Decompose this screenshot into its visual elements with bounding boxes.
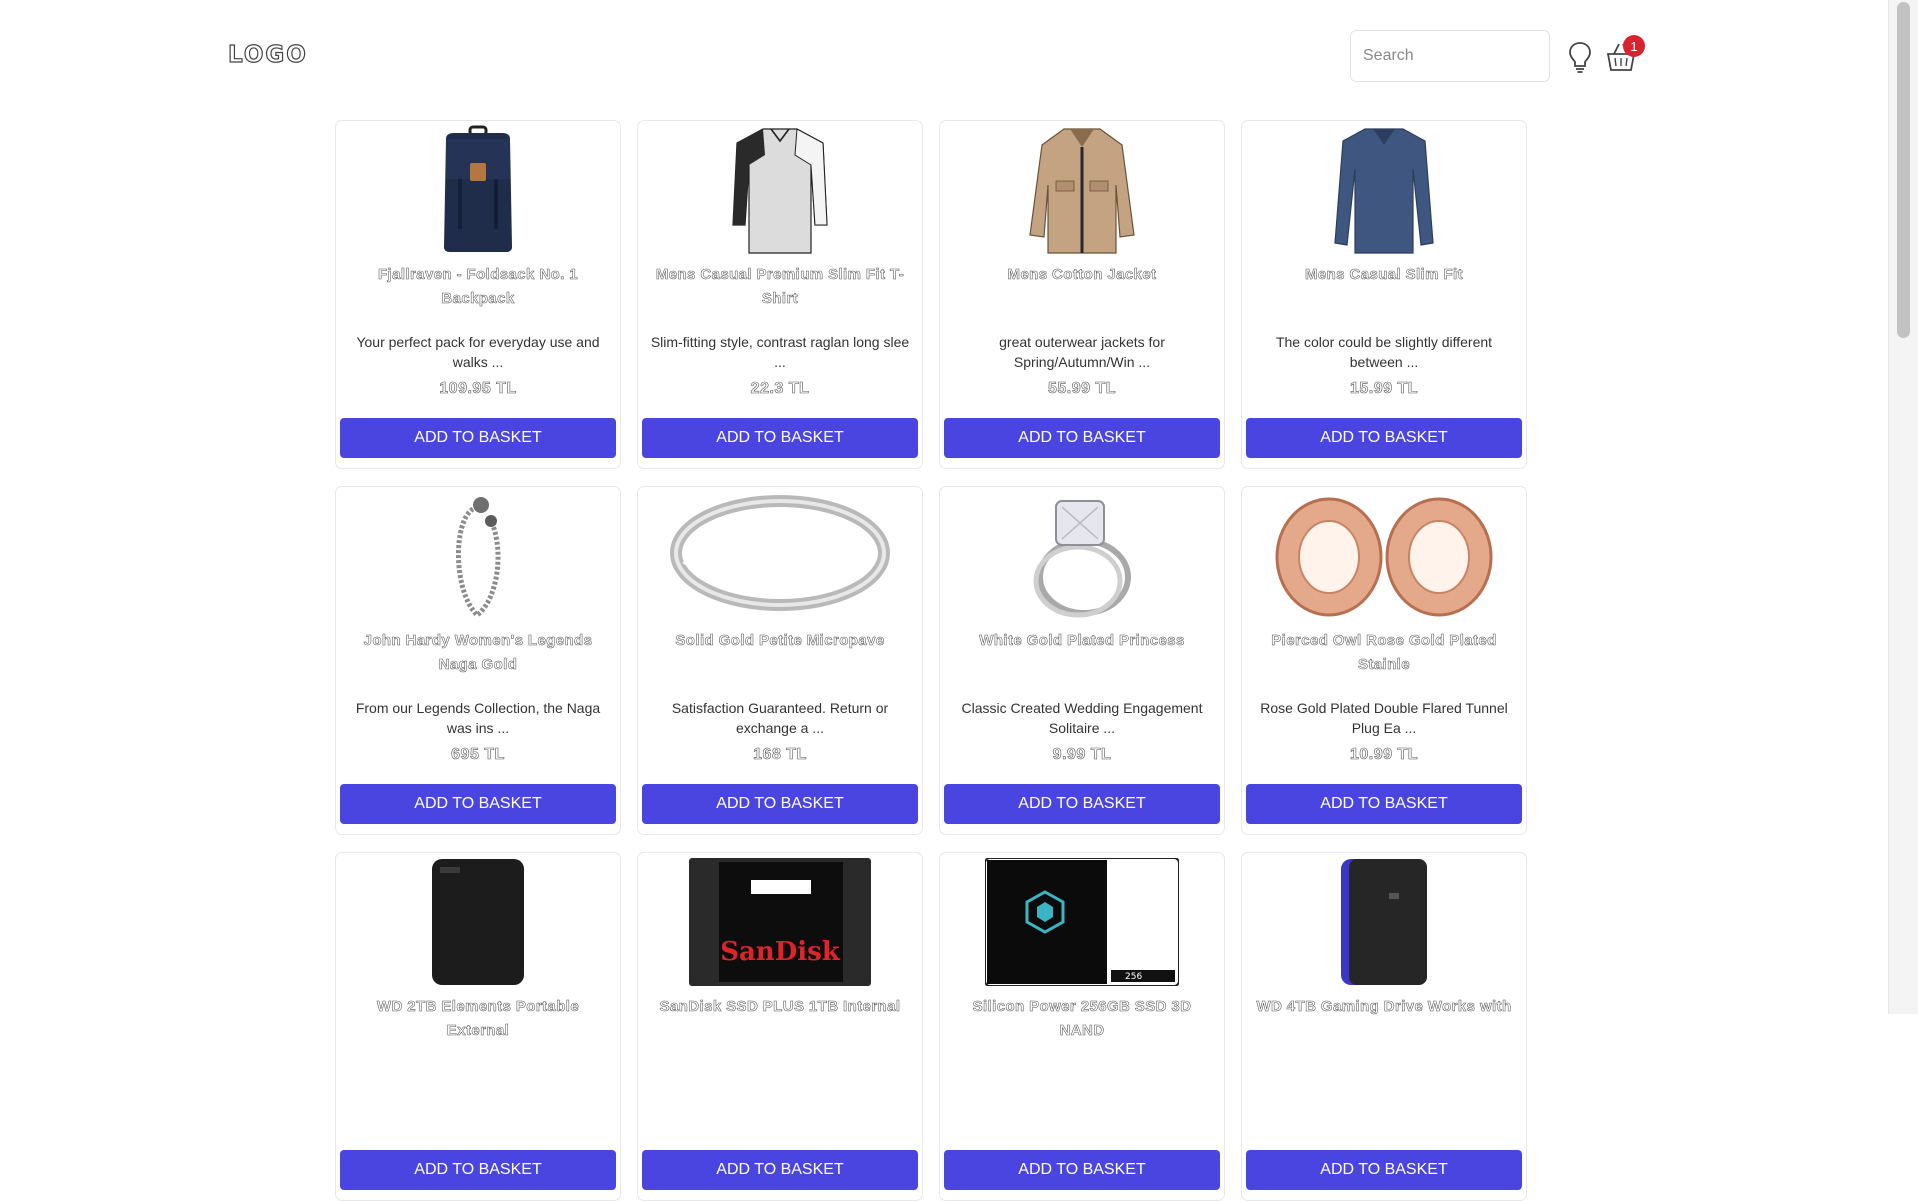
product-price: 9.99 TL xyxy=(1052,746,1112,764)
add-to-basket-button[interactable]: ADD TO BASKET xyxy=(944,1150,1220,1190)
product-description xyxy=(340,1064,616,1104)
product-price xyxy=(944,1112,1220,1134)
product-price: 22.3 TL xyxy=(750,380,810,398)
logo[interactable]: LOGO xyxy=(227,41,308,68)
engagement-ring-image xyxy=(944,491,1220,621)
lightbulb-icon[interactable] xyxy=(1566,40,1594,74)
gaming-drive-image xyxy=(1246,857,1522,987)
add-to-basket-button[interactable]: ADD TO BASKET xyxy=(642,1150,918,1190)
product-description xyxy=(642,1064,918,1104)
backpack-image xyxy=(340,125,616,255)
product-description: Your perfect pack for everyday use and w… xyxy=(356,334,600,370)
product-description xyxy=(1246,1064,1522,1104)
product-price xyxy=(642,1112,918,1134)
jacket-image xyxy=(944,125,1220,255)
ssd-box-image: 256 xyxy=(944,857,1220,987)
product-title: Mens Cotton Jacket xyxy=(1007,266,1157,284)
product-card[interactable]: John Hardy Women's Legends Naga Gold Fro… xyxy=(335,486,621,835)
product-card[interactable]: Mens Casual Premium Slim Fit T-Shirt Sli… xyxy=(637,120,923,469)
product-card[interactable]: Fjallraven - Foldsack No. 1 Backpack You… xyxy=(335,120,621,469)
product-description: Satisfaction Guaranteed. Return or excha… xyxy=(671,700,889,736)
hard-drive-image xyxy=(340,857,616,987)
product-card[interactable]: Solid Gold Petite Micropave Satisfaction… xyxy=(637,486,923,835)
product-price xyxy=(1246,1112,1522,1134)
product-title: Silicon Power 256GB SSD 3D NAND xyxy=(972,998,1192,1040)
basket-count-badge: 1 xyxy=(1623,35,1645,57)
add-to-basket-button[interactable]: ADD TO BASKET xyxy=(944,418,1220,458)
product-card[interactable]: WD 2TB Elements Portable External ADD TO… xyxy=(335,852,621,1201)
product-card[interactable]: Pierced Owl Rose Gold Plated Stainle Ros… xyxy=(1241,486,1527,835)
search-input[interactable] xyxy=(1350,30,1550,82)
longsleeve-image xyxy=(1246,125,1522,255)
product-title: White Gold Plated Princess xyxy=(979,632,1185,650)
capacity-label: 256 xyxy=(1125,972,1142,982)
product-grid: Fjallraven - Foldsack No. 1 Backpack You… xyxy=(335,120,1527,1201)
product-title: WD 4TB Gaming Drive Works with xyxy=(1256,998,1512,1016)
product-price: 109.95 TL xyxy=(439,380,517,398)
tunnel-plug-image xyxy=(1246,491,1522,621)
product-description: Slim-fitting style, contrast raglan long… xyxy=(650,334,910,370)
product-title: SanDisk SSD PLUS 1TB Internal xyxy=(659,998,901,1016)
product-price: 15.99 TL xyxy=(1349,380,1419,398)
product-price: 695 TL xyxy=(451,746,505,764)
bracelet-image xyxy=(340,491,616,621)
ssd-image: SanDisk xyxy=(642,857,918,987)
product-description: Rose Gold Plated Double Flared Tunnel Pl… xyxy=(1260,700,1508,736)
add-to-basket-button[interactable]: ADD TO BASKET xyxy=(340,784,616,824)
add-to-basket-button[interactable]: ADD TO BASKET xyxy=(1246,1150,1522,1190)
product-title: John Hardy Women's Legends Naga Gold xyxy=(363,632,593,674)
product-description: great outerwear jackets for Spring/Autum… xyxy=(999,334,1165,370)
add-to-basket-button[interactable]: ADD TO BASKET xyxy=(944,784,1220,824)
add-to-basket-button[interactable]: ADD TO BASKET xyxy=(340,1150,616,1190)
product-price: 10.99 TL xyxy=(1349,746,1419,764)
product-title: Mens Casual Slim Fit xyxy=(1304,266,1464,284)
add-to-basket-button[interactable]: ADD TO BASKET xyxy=(1246,418,1522,458)
product-price: 168 TL xyxy=(753,746,807,764)
scrollbar-thumb[interactable] xyxy=(1897,2,1910,338)
add-to-basket-button[interactable]: ADD TO BASKET xyxy=(642,418,918,458)
product-title: WD 2TB Elements Portable External xyxy=(376,998,580,1040)
page-scrollbar[interactable] xyxy=(1888,0,1918,1014)
product-card[interactable]: 256 Silicon Power 256GB SSD 3D NAND ADD … xyxy=(939,852,1225,1201)
product-description: The color could be slightly different be… xyxy=(1275,334,1493,370)
product-price: 55.99 TL xyxy=(1047,380,1117,398)
add-to-basket-button[interactable]: ADD TO BASKET xyxy=(642,784,918,824)
product-title: Fjallraven - Foldsack No. 1 Backpack xyxy=(377,266,579,308)
product-description: Classic Created Wedding Engagement Solit… xyxy=(961,700,1203,736)
product-title: Mens Casual Premium Slim Fit T-Shirt xyxy=(655,266,905,308)
tshirt-image xyxy=(642,125,918,255)
ring-band-image xyxy=(642,491,918,621)
sandisk-label: SanDisk xyxy=(720,937,841,967)
product-description: From our Legends Collection, the Naga wa… xyxy=(355,700,601,736)
product-card[interactable]: SanDisk SanDisk SSD PLUS 1TB Internal AD… xyxy=(637,852,923,1201)
add-to-basket-button[interactable]: ADD TO BASKET xyxy=(340,418,616,458)
product-card[interactable]: WD 4TB Gaming Drive Works with ADD TO BA… xyxy=(1241,852,1527,1201)
product-price xyxy=(340,1112,616,1134)
product-card[interactable]: Mens Casual Slim Fit The color could be … xyxy=(1241,120,1527,469)
product-card[interactable]: White Gold Plated Princess Classic Creat… xyxy=(939,486,1225,835)
product-description xyxy=(944,1064,1220,1104)
product-card[interactable]: Mens Cotton Jacket great outerwear jacke… xyxy=(939,120,1225,469)
add-to-basket-button[interactable]: ADD TO BASKET xyxy=(1246,784,1522,824)
product-title: Pierced Owl Rose Gold Plated Stainle xyxy=(1271,632,1497,674)
product-title: Solid Gold Petite Micropave xyxy=(675,632,885,650)
